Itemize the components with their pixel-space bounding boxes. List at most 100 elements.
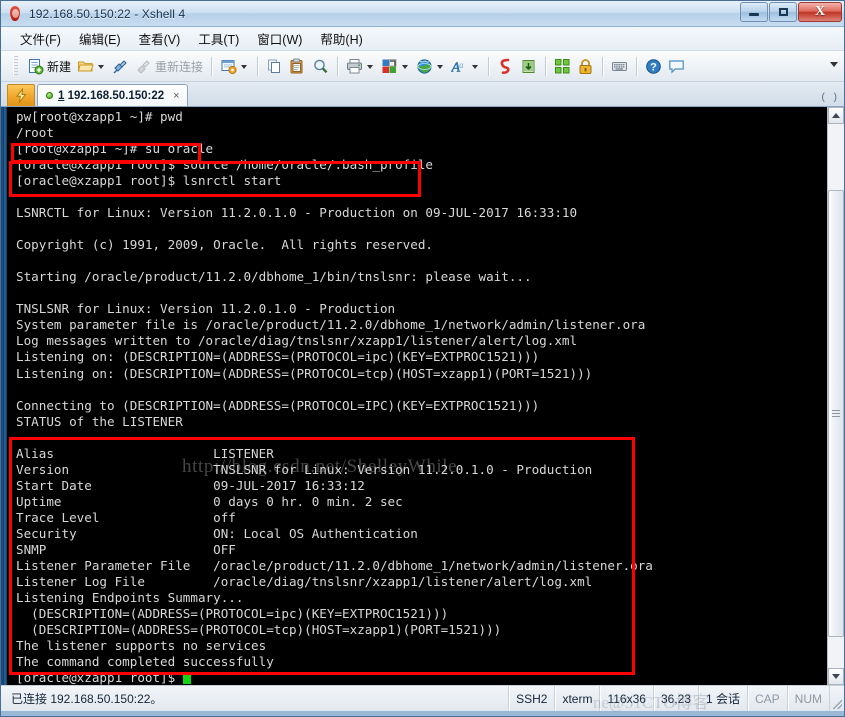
window-title: 192.168.50.150:22 - Xshell 4 xyxy=(29,6,186,21)
font-icon: A a xyxy=(451,58,468,75)
svg-text:a: a xyxy=(459,60,464,70)
toolbar-separator xyxy=(488,56,490,76)
help-icon: ? xyxy=(645,58,662,75)
terminal-line: Uptime 0 days 0 hr. 0 min. 2 sec xyxy=(16,493,403,509)
print-dropdown-caret[interactable] xyxy=(367,65,374,69)
minimize-button[interactable] xyxy=(740,2,768,22)
new-session-button[interactable]: 新建 xyxy=(24,54,74,78)
file-transfer-button[interactable] xyxy=(517,54,540,78)
find-button[interactable] xyxy=(309,54,332,78)
status-connection: 已连接 192.168.50.150:22。 xyxy=(1,686,510,711)
connect-button[interactable] xyxy=(109,54,132,78)
copy-icon xyxy=(266,58,283,75)
terminal-line: [root@xzapp1 ~]# su oracle xyxy=(16,141,214,157)
tab-close-icon[interactable]: × xyxy=(173,90,179,102)
toolbar-separator xyxy=(257,56,259,76)
reconnect-plug-icon xyxy=(135,58,152,75)
color-scheme-button[interactable] xyxy=(378,54,413,78)
toolbar: 新建 重新连接 A a ? xyxy=(1,51,844,82)
tab-bar: 1 192.168.50.150:22 × ( ) xyxy=(1,82,844,107)
paste-button[interactable] xyxy=(286,54,309,78)
menu-tools[interactable]: 工具(T) xyxy=(189,27,248,50)
tab-label: 1 192.168.50.150:22 xyxy=(58,90,164,102)
help-button[interactable]: ? xyxy=(642,54,665,78)
xshell-app-icon xyxy=(7,5,24,22)
file-transfer-icon xyxy=(520,58,537,75)
status-protocol: SSH2 xyxy=(509,686,556,711)
scroll-down-button[interactable] xyxy=(828,668,844,685)
globe-dropdown-caret[interactable] xyxy=(437,65,444,69)
status-num: NUM xyxy=(788,686,830,711)
scroll-thumb[interactable] xyxy=(828,190,844,637)
xshell-window: 192.168.50.150:22 - Xshell 4 X 文件(F) 编辑(… xyxy=(0,0,845,717)
reconnect-label: 重新连接 xyxy=(155,59,204,74)
paste-icon xyxy=(289,58,306,75)
status-caps: CAP xyxy=(748,686,788,711)
toolbar-separator xyxy=(545,56,547,76)
terminal-line: pw[root@xzapp1 ~]# pwd xyxy=(16,109,183,124)
tab-host: 192.168.50.150:22 xyxy=(67,89,165,102)
scroll-track[interactable] xyxy=(828,124,844,668)
quick-command-icon[interactable] xyxy=(7,84,35,106)
font-button[interactable]: A a xyxy=(448,54,483,78)
menu-view[interactable]: 查看(V) xyxy=(130,27,190,50)
menu-file[interactable]: 文件(F) xyxy=(11,27,70,50)
toolbar-overflow-icon[interactable] xyxy=(830,62,838,67)
new-session-label: 新建 xyxy=(47,59,72,74)
copy-button[interactable] xyxy=(263,54,286,78)
new-file-icon xyxy=(27,58,44,75)
terminal-screen[interactable]: http://blog.csdn.net/ShelleyWhile pw[roo… xyxy=(7,107,827,685)
menu-edit[interactable]: 编辑(E) xyxy=(70,27,130,50)
terminal-line: Listener Log File /oracle/diag/tnslsnr/x… xyxy=(16,573,593,589)
session-dropdown-caret[interactable] xyxy=(241,65,248,69)
keyboard-button[interactable] xyxy=(608,54,631,78)
chat-button[interactable] xyxy=(665,54,688,78)
terminal-line: Listening Endpoints Summary... xyxy=(16,589,244,605)
terminal-line: SNMP OFF xyxy=(16,541,236,557)
lock-icon xyxy=(577,58,594,75)
script-button[interactable] xyxy=(494,54,517,78)
svg-text:?: ? xyxy=(650,61,657,73)
terminal-line: LSNRCTL for Linux: Version 11.2.0.1.0 - … xyxy=(16,205,578,221)
menu-bar: 文件(F) 编辑(E) 查看(V) 工具(T) 窗口(W) 帮助(H) xyxy=(1,27,844,51)
terminal-line: STATUS of the LISTENER xyxy=(16,413,183,429)
resize-grip[interactable] xyxy=(830,686,844,711)
terminal-line: Version TNSLSNR for Linux: Version 11.2.… xyxy=(16,461,593,477)
toolbar-separator xyxy=(211,56,213,76)
color-dropdown-caret[interactable] xyxy=(402,65,409,69)
terminal-lines: pw[root@xzapp1 ~]# pwd/root [root@xzapp1 … xyxy=(7,109,827,685)
terminal-prompt-line: [oracle@xzapp1 root]$ xyxy=(7,670,827,685)
reconnect-button[interactable]: 重新连接 xyxy=(132,54,206,78)
menu-help[interactable]: 帮助(H) xyxy=(311,27,371,50)
font-dropdown-caret[interactable] xyxy=(472,65,479,69)
open-session-button[interactable] xyxy=(74,54,109,78)
toolbar-grip[interactable] xyxy=(13,56,18,76)
status-terminal-type: xterm xyxy=(555,686,601,711)
maximize-button[interactable] xyxy=(769,2,797,22)
session-tab[interactable]: 1 192.168.50.150:22 × xyxy=(37,84,188,106)
close-button[interactable]: X xyxy=(798,2,842,22)
window-controls: X xyxy=(740,2,842,22)
terminal-line: Listening on: (DESCRIPTION=(ADDRESS=(PRO… xyxy=(16,365,593,381)
terminal-line: Security ON: Local OS Authentication xyxy=(16,525,418,541)
scroll-up-button[interactable] xyxy=(828,107,844,124)
status-size: 116x36 xyxy=(600,686,654,711)
print-button[interactable] xyxy=(343,54,378,78)
terminal-line: Connecting to (DESCRIPTION=(ADDRESS=(PRO… xyxy=(16,397,540,413)
terminal-cursor xyxy=(182,672,191,685)
menu-window[interactable]: 窗口(W) xyxy=(248,27,311,50)
lock-button[interactable] xyxy=(574,54,597,78)
terminal-line: Listening on: (DESCRIPTION=(ADDRESS=(PRO… xyxy=(16,349,540,365)
tab-number: 1 xyxy=(58,89,65,102)
fullscreen-button[interactable] xyxy=(551,54,574,78)
terminal-line: ------------------------ xyxy=(16,429,198,445)
tab-nav-arrows[interactable]: ( ) xyxy=(822,92,840,103)
globe-button[interactable] xyxy=(413,54,448,78)
session-manager-button[interactable] xyxy=(217,54,252,78)
terminal-scrollbar[interactable] xyxy=(827,107,844,685)
open-dropdown-caret[interactable] xyxy=(98,65,105,69)
